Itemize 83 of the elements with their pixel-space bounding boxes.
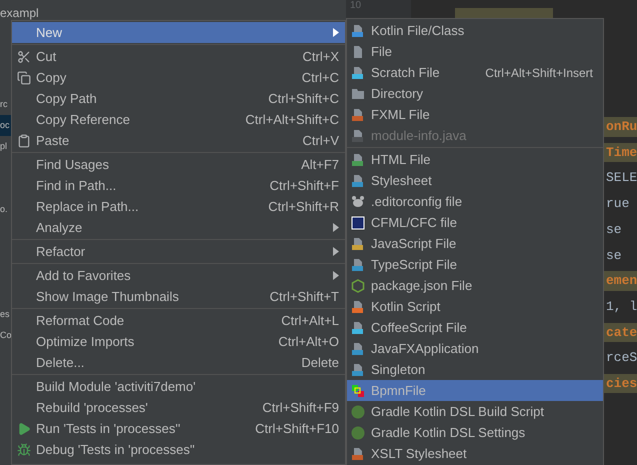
code-text: se — [605, 246, 622, 265]
menu-item[interactable]: Add to Favorites — [12, 265, 345, 286]
menu-item[interactable]: Gradle Kotlin DSL Build Script — [347, 401, 603, 422]
code-text: cies — [604, 374, 637, 394]
code-text: se — [605, 220, 622, 239]
menu-item[interactable]: Delete... Delete — [12, 352, 345, 373]
menu-item[interactable]: Copy Ctrl+C — [12, 67, 345, 88]
menu-item[interactable]: Find Usages Alt+F7 — [12, 154, 345, 175]
code-text: emen — [604, 271, 637, 291]
menu-item[interactable]: JavaFXApplication — [347, 338, 603, 359]
menu-item[interactable]: Gradle Kotlin DSL Settings — [347, 422, 603, 443]
square-icon — [351, 216, 365, 230]
menu-item[interactable]: Directory — [347, 83, 603, 104]
file-icon — [351, 44, 365, 58]
menu-item[interactable]: package.json File — [347, 275, 603, 296]
menu-item[interactable]: CoffeeScript File — [347, 317, 603, 338]
code-text: rceS — [605, 349, 637, 368]
code-text: 1, l — [605, 298, 637, 316]
gradle-icon — [351, 426, 365, 440]
menu-item[interactable]: Rebuild 'processes' Ctrl+Shift+F9 — [12, 397, 345, 418]
tree-item[interactable]: oc — [0, 115, 11, 136]
bug-icon — [17, 442, 31, 456]
file-icon — [351, 108, 365, 122]
code-text: Time — [604, 142, 637, 162]
menu-item[interactable]: Paste Ctrl+V — [12, 130, 345, 151]
code-text: cate — [604, 322, 637, 342]
tree-item[interactable]: es — [0, 304, 11, 325]
menu-item[interactable]: Replace in Path... Ctrl+Shift+R — [12, 196, 345, 217]
tree-item[interactable]: exampl — [0, 6, 39, 20]
menu-item[interactable]: XSLT Stylesheet — [347, 443, 603, 464]
code-text: onRu — [604, 117, 637, 137]
file-icon — [351, 320, 365, 334]
menu-item[interactable]: Scratch File Ctrl+Alt+Shift+Insert — [347, 62, 603, 83]
tree-item[interactable]: Co — [0, 325, 11, 346]
menu-item[interactable]: Find in Path... Ctrl+Shift+F — [12, 175, 345, 196]
file-icon — [351, 152, 365, 166]
file-icon — [351, 300, 365, 314]
menu-item[interactable]: FXML File — [347, 104, 603, 125]
menu-item[interactable]: Analyze — [12, 217, 345, 238]
menu-item[interactable]: CFML/CFC file — [347, 212, 603, 233]
menu-item[interactable]: TypeScript File — [347, 254, 603, 275]
mouse-icon — [351, 194, 365, 208]
file-icon — [351, 66, 365, 80]
menu-item[interactable]: Kotlin File/Class — [347, 20, 603, 41]
menu-item[interactable]: Show Image Thumbnails Ctrl+Shift+T — [12, 286, 345, 307]
hexagon-icon — [351, 278, 365, 292]
menu-item[interactable]: Refactor — [12, 241, 345, 262]
tree-item[interactable]: pl — [0, 136, 11, 157]
scissors-icon — [17, 50, 31, 64]
menu-item[interactable]: Debug 'Tests in 'processes'' — [12, 439, 345, 460]
tree-item[interactable]: o. — [0, 199, 11, 220]
menu-item[interactable]: Cut Ctrl+X — [12, 46, 345, 67]
file-icon — [351, 236, 365, 250]
folder-icon — [351, 86, 365, 100]
menu-item[interactable]: JavaScript File — [347, 233, 603, 254]
file-icon — [351, 342, 365, 356]
file-icon — [351, 174, 365, 188]
menu-item[interactable]: HTML File — [347, 149, 603, 170]
menu-item[interactable]: Build Module 'activiti7demo' — [12, 376, 345, 397]
menu-item[interactable]: Optimize Imports Ctrl+Alt+O — [12, 331, 345, 352]
gradle-icon — [351, 404, 365, 418]
menu-item[interactable]: File — [347, 41, 603, 62]
menu-item[interactable]: Copy Reference Ctrl+Alt+Shift+C — [12, 109, 345, 130]
menu-item[interactable]: Kotlin Script — [347, 296, 603, 317]
code-text: rue — [605, 195, 630, 214]
menu-item[interactable]: Reformat Code Ctrl+Alt+L — [12, 310, 345, 331]
menu-item[interactable]: New — [12, 22, 345, 43]
menu-item[interactable]: Copy Path Ctrl+Shift+C — [12, 88, 345, 109]
file-icon — [351, 24, 365, 38]
file-icon — [351, 258, 365, 272]
diagram-icon — [351, 384, 365, 398]
file-icon — [351, 446, 365, 460]
file-icon — [351, 362, 365, 376]
menu-item[interactable]: .editorconfig file — [347, 191, 603, 212]
tree-item[interactable]: rc — [0, 94, 11, 115]
file-icon — [351, 128, 365, 142]
copy-icon — [17, 70, 31, 84]
code-text: SELE — [605, 169, 637, 188]
run-icon — [17, 422, 31, 436]
clipboard-icon — [17, 134, 31, 148]
menu-item[interactable]: Run 'Tests in 'processes'' Ctrl+Shift+F10 — [12, 418, 345, 439]
menu-item[interactable]: Singleton — [347, 359, 603, 380]
menu-item[interactable]: Stylesheet — [347, 170, 603, 191]
